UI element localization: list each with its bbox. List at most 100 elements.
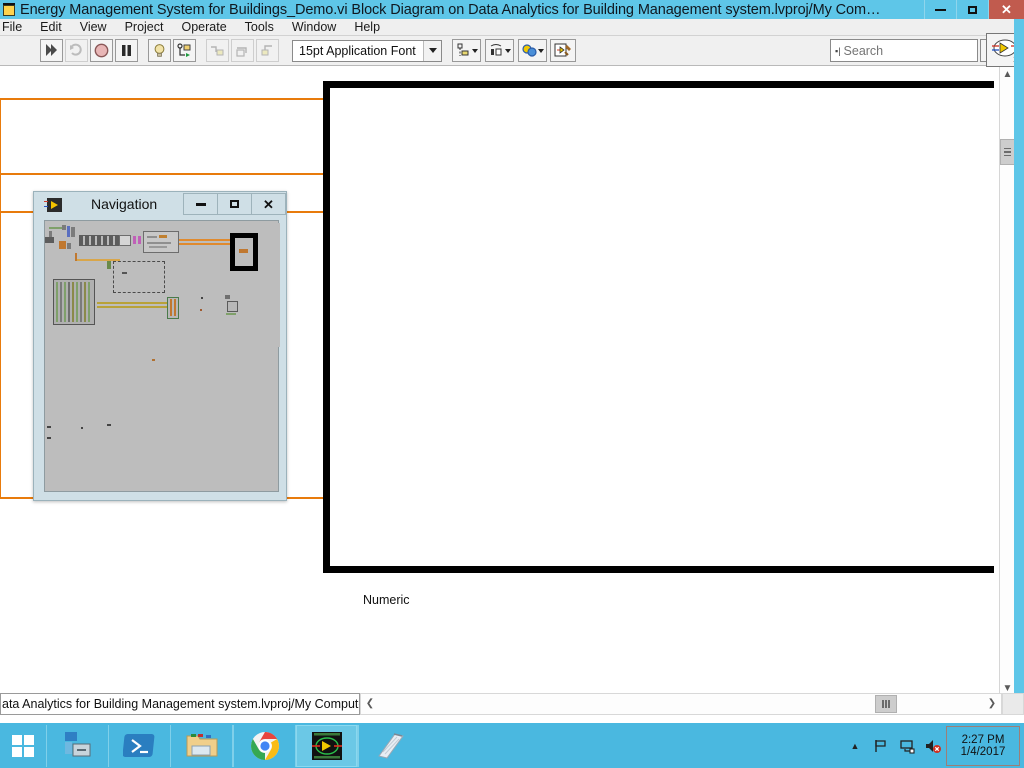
wire-segment[interactable] <box>0 98 1 498</box>
loop-structure-frame[interactable] <box>323 81 994 573</box>
navigation-close-button[interactable]: ✕ <box>251 193 286 215</box>
reorder-button[interactable] <box>518 39 547 62</box>
chevron-down-icon <box>538 48 544 53</box>
scroll-up-button[interactable]: ▲ <box>1000 67 1015 83</box>
clean-up-diagram-icon <box>554 43 571 57</box>
thumbnail-speck <box>81 427 83 429</box>
retain-wire-values-button[interactable] <box>173 39 196 62</box>
step-into-button[interactable] <box>206 39 229 62</box>
system-tray: ▲ 2:27 PM 1/4/2017 <box>842 723 1024 768</box>
highlight-execution-button[interactable] <box>148 39 171 62</box>
minimize-icon <box>195 202 206 206</box>
maximize-icon <box>230 200 239 208</box>
minimize-button[interactable] <box>924 0 956 19</box>
taskbar-item-notepad[interactable] <box>359 725 420 767</box>
navigation-maximize-button[interactable] <box>217 193 252 215</box>
chevron-left-icon: ❮ <box>365 698 375 709</box>
taskbar-item-labview[interactable] <box>296 724 357 767</box>
run-arrow-icon <box>46 44 57 56</box>
file-explorer-icon <box>186 733 217 756</box>
flag-icon <box>875 739 886 752</box>
thumbnail-speck <box>47 437 51 439</box>
close-icon: ✕ <box>1001 2 1012 17</box>
chevron-down-icon <box>505 48 511 53</box>
reorder-icon <box>522 44 537 57</box>
clock-date: 1/4/2017 <box>960 745 1006 758</box>
action-center-button[interactable] <box>868 723 894 768</box>
powershell-icon <box>122 733 154 757</box>
notepad-icon <box>377 732 404 759</box>
chevron-down-icon <box>472 48 478 53</box>
vertical-scroll-thumb[interactable] <box>1000 139 1015 165</box>
labview-block-diagram-window: Energy Management System for Buildings_D… <box>0 0 1024 768</box>
scroll-right-button[interactable]: ❯ <box>983 694 1001 714</box>
pause-button[interactable] <box>115 39 138 62</box>
pause-icon <box>122 45 131 56</box>
wire-segment[interactable] <box>0 173 360 175</box>
step-over-button[interactable] <box>231 39 254 62</box>
windows-taskbar: ▲ 2:27 PM 1/4/2017 <box>0 723 1024 768</box>
navigation-thumbnail-pane[interactable] <box>44 220 280 492</box>
step-out-button[interactable] <box>256 39 279 62</box>
taskbar-clock[interactable]: 2:27 PM 1/4/2017 <box>946 725 1020 766</box>
menu-item-project[interactable]: Project <box>116 19 173 36</box>
menu-item-view[interactable]: View <box>71 19 116 36</box>
horizontal-scroll-track[interactable] <box>379 694 983 714</box>
menu-item-edit[interactable]: Edit <box>31 19 71 36</box>
clean-up-diagram-button[interactable] <box>550 39 576 62</box>
volume-button[interactable] <box>920 723 946 768</box>
menu-item-file[interactable]: File <box>0 19 31 36</box>
server-manager-icon <box>64 731 90 756</box>
horizontal-scrollbar[interactable]: ❮ ❯ <box>360 693 1002 715</box>
clock-time: 2:27 PM <box>961 733 1005 746</box>
project-path-field[interactable]: ata Analytics for Building Management sy… <box>0 693 360 715</box>
vertical-scrollbar[interactable]: ▲ ▼ <box>999 67 1015 697</box>
viewport-indicator[interactable] <box>230 233 258 271</box>
chevron-up-icon: ▲ <box>1002 69 1013 80</box>
menu-item-operate[interactable]: Operate <box>172 19 235 36</box>
align-objects-icon <box>457 43 469 56</box>
maximize-button[interactable] <box>956 0 988 19</box>
run-continuously-icon <box>70 43 82 56</box>
run-button[interactable] <box>40 39 63 62</box>
lightbulb-icon <box>154 44 165 57</box>
search-box[interactable]: ▪| <box>830 39 1005 62</box>
chevron-right-icon: ❯ <box>987 698 997 709</box>
abort-execution-icon <box>94 43 109 58</box>
distribute-objects-icon <box>490 44 502 56</box>
navigation-minimize-button[interactable] <box>183 193 218 215</box>
menu-item-tools[interactable]: Tools <box>236 19 283 36</box>
search-grip-icon: ▪| <box>835 45 841 56</box>
close-icon: ✕ <box>263 196 274 212</box>
window-title: Energy Management System for Buildings_D… <box>20 1 881 18</box>
navigation-window-icon <box>44 197 64 213</box>
align-objects-button[interactable] <box>452 39 481 62</box>
taskbar-item-powershell[interactable] <box>109 725 170 767</box>
taskbar-item-server-manager[interactable] <box>47 725 108 767</box>
taskbar-item-file-explorer[interactable] <box>171 725 232 767</box>
navigation-window[interactable]: Navigation ✕ <box>33 191 287 501</box>
menu-item-window[interactable]: Window <box>283 19 345 36</box>
numeric-terminal-label: Numeric <box>363 593 410 607</box>
run-continuously-button[interactable] <box>65 39 88 62</box>
close-button[interactable]: ✕ <box>988 0 1024 19</box>
horizontal-scroll-thumb[interactable] <box>875 695 897 713</box>
chevron-down-icon[interactable] <box>423 40 441 61</box>
window-controls: ✕ <box>924 0 1024 19</box>
navigation-titlebar[interactable]: Navigation ✕ <box>34 192 286 218</box>
distribute-objects-button[interactable] <box>485 39 514 62</box>
menu-item-help[interactable]: Help <box>345 19 389 36</box>
start-button[interactable] <box>0 723 46 768</box>
scroll-left-button[interactable]: ❮ <box>361 694 379 714</box>
network-button[interactable] <box>894 723 920 768</box>
taskbar-item-google-chrome[interactable] <box>234 725 295 767</box>
minimize-icon <box>935 8 946 11</box>
scrollbar-corner <box>1002 693 1024 715</box>
wire-segment[interactable] <box>0 98 360 100</box>
menu-bar: File Edit View Project Operate Tools Win… <box>0 19 1024 36</box>
chrome-icon <box>250 731 279 760</box>
font-selector[interactable]: 15pt Application Font <box>292 39 442 62</box>
diagram-thumbnail[interactable] <box>45 223 280 347</box>
show-hidden-icons-button[interactable]: ▲ <box>842 723 868 768</box>
abort-execution-button[interactable] <box>90 39 113 62</box>
